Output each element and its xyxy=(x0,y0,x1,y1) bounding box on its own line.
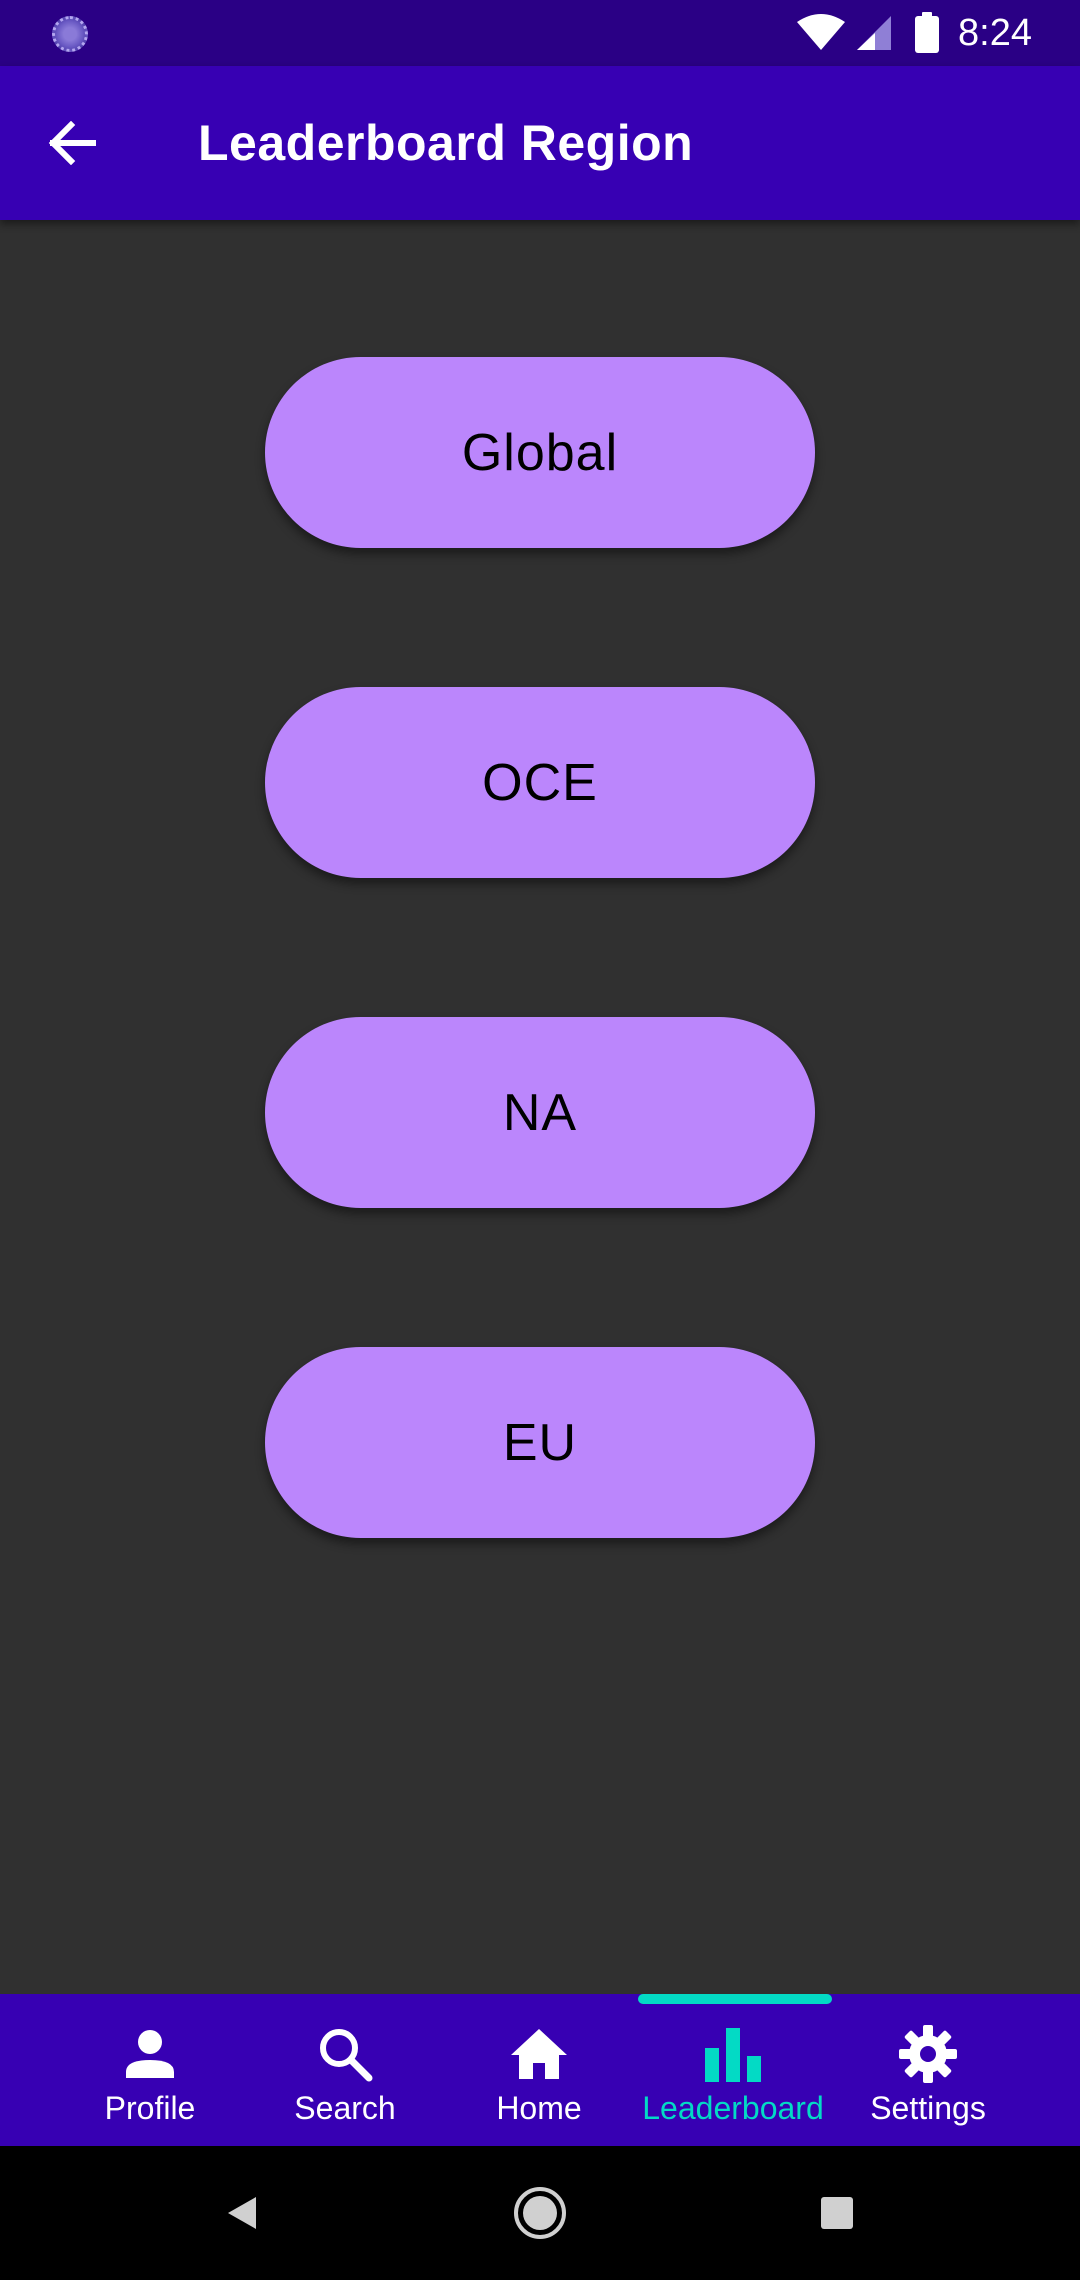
nav-label-leaderboard: Leaderboard xyxy=(642,2090,824,2126)
status-bar: 8:24 xyxy=(0,0,1080,66)
status-clock: 8:24 xyxy=(958,12,1032,54)
region-button-eu[interactable]: EU xyxy=(265,1347,815,1538)
back-button[interactable] xyxy=(32,103,112,183)
home-icon xyxy=(511,2029,567,2079)
region-list: Global OCE NA EU xyxy=(0,220,1080,1994)
nav-item-search[interactable]: Search xyxy=(248,1994,442,2146)
battery-icon xyxy=(915,12,939,53)
nav-item-leaderboard[interactable]: Leaderboard xyxy=(636,1994,830,2146)
system-back-button[interactable] xyxy=(202,2173,282,2253)
nav-label-settings: Settings xyxy=(870,2090,986,2126)
system-navigation-bar xyxy=(0,2146,1080,2280)
nav-item-profile[interactable]: Profile xyxy=(53,1994,247,2146)
page-title: Leaderboard Region xyxy=(198,115,694,171)
gear-icon xyxy=(899,2025,957,2083)
signal-icon xyxy=(857,16,891,50)
arrow-back-icon xyxy=(48,121,96,165)
search-icon xyxy=(320,2029,373,2082)
nav-label-profile: Profile xyxy=(104,2090,196,2126)
person-icon xyxy=(126,2030,174,2078)
app-indicator-icon xyxy=(52,16,88,52)
back-triangle-icon xyxy=(228,2197,256,2229)
region-button-global[interactable]: Global xyxy=(265,357,815,548)
bottom-navigation: Profile Search Home Leaderboard Settings xyxy=(0,1994,1080,2146)
recents-square-icon xyxy=(821,2197,853,2229)
region-button-na[interactable]: NA xyxy=(265,1017,815,1208)
wifi-icon xyxy=(797,14,845,50)
home-circle-icon xyxy=(514,2187,566,2239)
nav-item-settings[interactable]: Settings xyxy=(831,1994,1025,2146)
app-bar: Leaderboard Region xyxy=(0,66,1080,220)
nav-label-home: Home xyxy=(496,2090,582,2126)
nav-label-search: Search xyxy=(294,2090,396,2126)
bar-chart-icon xyxy=(705,2028,761,2082)
nav-item-home[interactable]: Home xyxy=(442,1994,636,2146)
region-button-oce[interactable]: OCE xyxy=(265,687,815,878)
system-home-button[interactable] xyxy=(500,2173,580,2253)
system-recents-button[interactable] xyxy=(797,2173,877,2253)
